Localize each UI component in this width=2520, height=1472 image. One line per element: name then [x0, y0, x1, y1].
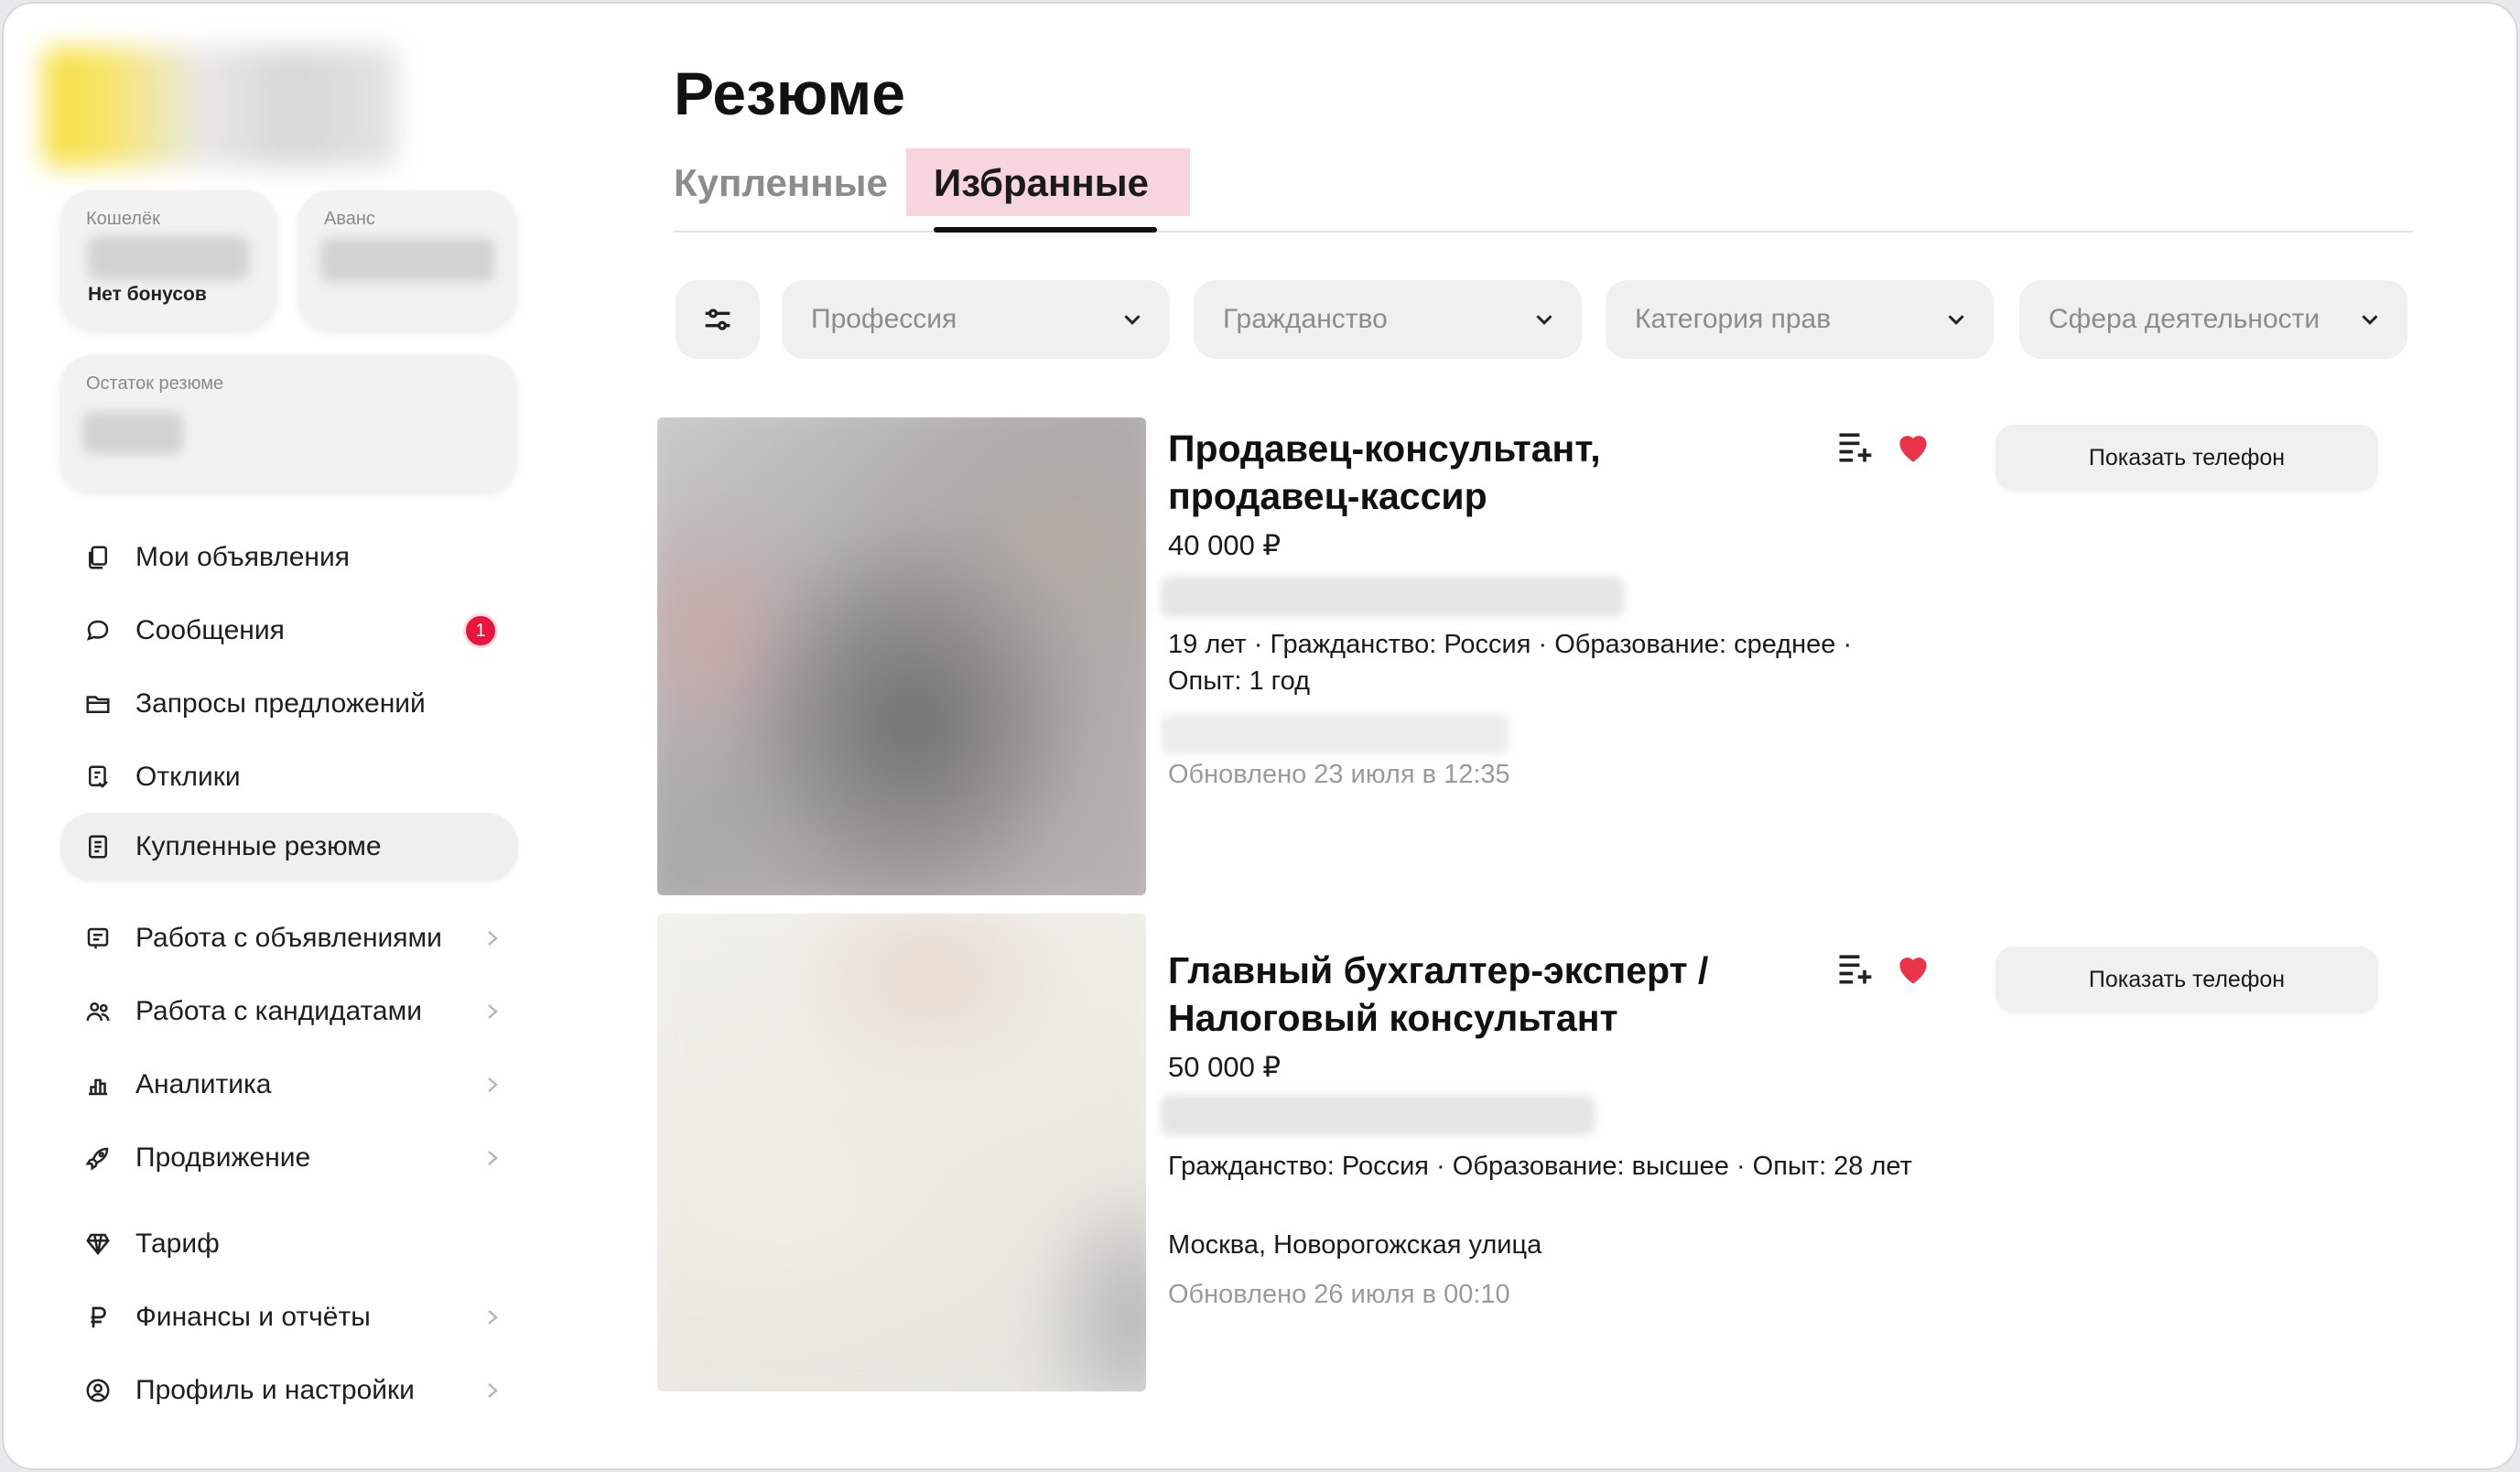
- filter-settings-button[interactable]: [676, 280, 760, 359]
- resume-balance-label: Остаток резюме: [86, 373, 224, 394]
- resume-meta: Гражданство: Россия · Образование: высше…: [1168, 1152, 1912, 1181]
- active-tab-indicator: [934, 227, 1157, 233]
- board-icon: [82, 923, 114, 954]
- filter-label: Профессия: [811, 304, 957, 334]
- compare-list-icon[interactable]: [1834, 427, 1875, 467]
- filter-label: Сфера деятельности: [2049, 304, 2320, 334]
- resume-title[interactable]: Главный бухгалтер-эксперт / Налоговый ко…: [1168, 947, 1772, 1042]
- resume-photo[interactable]: [657, 417, 1146, 895]
- analytics-icon: [82, 1069, 114, 1100]
- compare-list-icon[interactable]: [1834, 948, 1875, 989]
- chevron-down-icon: [1948, 315, 1964, 325]
- sidebar-item-label: Тариф: [135, 1228, 220, 1259]
- sidebar-item-responses[interactable]: Отклики: [60, 743, 518, 811]
- sidebar-item-promotion[interactable]: Продвижение: [60, 1124, 518, 1192]
- sidebar-item-bought-resumes[interactable]: Купленные резюме: [60, 813, 518, 881]
- sidebar-item-offer-requests[interactable]: Запросы предложений: [60, 670, 518, 738]
- resume-balance-card[interactable]: Остаток резюме: [60, 355, 516, 492]
- chevron-right-icon: [481, 1377, 503, 1404]
- resume-title[interactable]: Продавец-консультант, продавец-кассир: [1168, 425, 1772, 520]
- resume-photo[interactable]: [657, 914, 1146, 1391]
- folder-icon: [82, 688, 114, 720]
- chat-bubble-icon: [82, 615, 114, 646]
- responses-icon: [82, 762, 114, 793]
- advance-label: Аванс: [324, 209, 375, 229]
- resume-updated: Обновлено 23 июля в 12:35: [1168, 760, 1510, 789]
- sidebar-item-label: Продвижение: [135, 1142, 311, 1173]
- sliders-icon: [705, 308, 730, 330]
- ruble-icon: [82, 1302, 114, 1333]
- wallet-amount-blurred: [88, 236, 249, 280]
- sidebar-item-label: Финансы и отчёты: [135, 1302, 371, 1332]
- sidebar-item-label: Купленные резюме: [135, 831, 382, 861]
- unread-badge: 1: [463, 613, 498, 648]
- page-title: Резюме: [674, 60, 905, 127]
- resume-updated: Обновлено 26 июля в 00:10: [1168, 1280, 1510, 1309]
- wallet-card[interactable]: Кошелёк Нет бонусов: [60, 190, 276, 330]
- sidebar-item-profile[interactable]: Профиль и настройки: [60, 1357, 518, 1424]
- sidebar-item-label: Профиль и настройки: [135, 1375, 415, 1405]
- chevron-right-icon: [481, 1144, 503, 1172]
- sidebar-item-finance[interactable]: Финансы и отчёты: [60, 1283, 518, 1351]
- show-phone-button[interactable]: Показать телефон: [1995, 425, 2378, 491]
- resume-location: Москва, Новорогожская улица: [1168, 1230, 1542, 1260]
- sidebar-item-label: Запросы предложений: [135, 688, 426, 719]
- favorite-heart-icon[interactable]: [1893, 427, 1933, 467]
- blurred-location: [1161, 714, 1509, 754]
- chevron-right-icon: [481, 925, 503, 952]
- tab-bought[interactable]: Купленные: [674, 150, 888, 216]
- sidebar-item-label: Работа с объявлениями: [135, 923, 442, 953]
- favorite-heart-icon[interactable]: [1893, 948, 1933, 989]
- filter-label: Гражданство: [1223, 304, 1388, 334]
- show-phone-button[interactable]: Показать телефон: [1995, 947, 2378, 1012]
- advance-amount-blurred: [320, 238, 494, 282]
- chevron-down-icon: [1536, 315, 1552, 325]
- filter-profession[interactable]: Профессия: [782, 280, 1170, 359]
- chevron-down-icon: [2362, 315, 2378, 325]
- resume-salary: 50 000 ₽: [1168, 1051, 1282, 1083]
- chevron-right-icon: [481, 1071, 503, 1099]
- wallet-label: Кошелёк: [86, 209, 160, 229]
- filter-citizenship[interactable]: Гражданство: [1194, 280, 1582, 359]
- advance-card[interactable]: Аванс: [298, 190, 516, 330]
- filter-license-category[interactable]: Категория прав: [1606, 280, 1994, 359]
- sidebar-item-candidates[interactable]: Работа с кандидатами: [60, 978, 518, 1045]
- resume-balance-blurred: [82, 412, 183, 454]
- profile-icon: [82, 1375, 114, 1406]
- resume-salary: 40 000 ₽: [1168, 529, 1282, 561]
- filter-label: Категория прав: [1635, 304, 1832, 334]
- logo[interactable]: [44, 48, 397, 167]
- sidebar-item-label: Отклики: [135, 762, 241, 792]
- sidebar-item-my-listings[interactable]: Мои объявления: [60, 524, 518, 591]
- sidebar-item-label: Сообщения: [135, 615, 285, 645]
- blurred-name: [1161, 1095, 1595, 1135]
- blurred-name: [1161, 577, 1624, 617]
- wallet-note: Нет бонусов: [88, 284, 207, 305]
- sidebar-item-label: Работа с кандидатами: [135, 996, 422, 1026]
- tab-favorites[interactable]: Избранные: [934, 150, 1149, 216]
- filter-activity-sphere[interactable]: Сфера деятельности: [2019, 280, 2407, 359]
- people-icon: [82, 996, 114, 1027]
- sidebar-item-listing-work[interactable]: Работа с объявлениями: [60, 904, 518, 972]
- chevron-right-icon: [481, 1304, 503, 1331]
- sidebar-item-analytics[interactable]: Аналитика: [60, 1051, 518, 1119]
- document-icon: [82, 831, 114, 862]
- chevron-down-icon: [1124, 315, 1141, 325]
- rocket-icon: [82, 1142, 114, 1174]
- app-window: Кошелёк Нет бонусов Аванс Остаток резюме…: [4, 4, 2516, 1468]
- sidebar-item-messages[interactable]: Сообщения 1: [60, 597, 518, 665]
- resume-meta: 19 лет · Гражданство: Россия · Образован…: [1168, 630, 1853, 696]
- chevron-right-icon: [481, 998, 503, 1025]
- sidebar-item-label: Аналитика: [135, 1069, 272, 1099]
- listings-icon: [82, 542, 114, 573]
- sidebar-item-tariff[interactable]: Тариф: [60, 1210, 518, 1278]
- sidebar-item-label: Мои объявления: [135, 542, 350, 572]
- diamond-icon: [82, 1228, 114, 1260]
